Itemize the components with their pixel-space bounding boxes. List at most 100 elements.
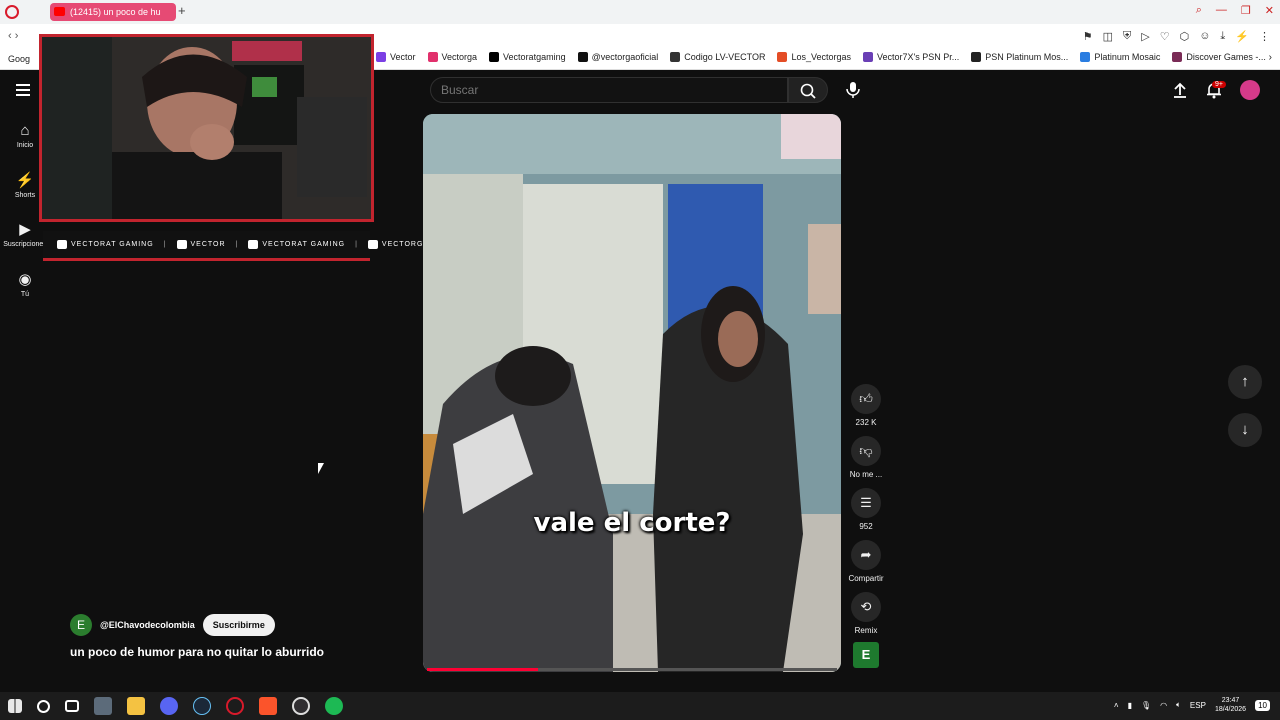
close-button[interactable]: ✕ bbox=[1265, 4, 1274, 17]
bookmark-item[interactable]: Codigo LV-VECTOR bbox=[670, 52, 765, 62]
channel-handle[interactable]: @ElChavodecolombia bbox=[100, 620, 195, 630]
social-link: VECTORAT GAMING bbox=[248, 240, 345, 249]
microphone-icon[interactable]: 🎙︎ bbox=[1141, 701, 1151, 710]
minimize-button[interactable]: — bbox=[1216, 4, 1227, 17]
active-tab[interactable]: (12415) un poco de hu bbox=[50, 3, 176, 21]
thumbs-up-icon: 👍︎ bbox=[859, 391, 873, 406]
bookmark-item[interactable]: Discover Games -... bbox=[1172, 52, 1266, 62]
back-forward-icon[interactable]: ‹ › bbox=[8, 30, 18, 42]
chevron-right-icon[interactable]: › bbox=[1269, 52, 1272, 63]
clock[interactable]: 23:47 18/4/2026 bbox=[1215, 696, 1246, 714]
bookmark-google[interactable]: Goog bbox=[8, 54, 30, 64]
search-tabs-icon[interactable]: ⌕ bbox=[1196, 4, 1202, 17]
spotify-icon[interactable] bbox=[325, 697, 343, 715]
search-box[interactable] bbox=[430, 77, 788, 103]
remix-button[interactable]: ⟲ bbox=[851, 592, 881, 622]
bookmark-label: Vector7X's PSN Pr... bbox=[877, 52, 960, 62]
notification-center-badge[interactable]: 10 bbox=[1255, 699, 1270, 711]
extensions-icon[interactable]: ⬡ bbox=[1180, 30, 1190, 43]
bookmark-item[interactable]: PSN Platinum Mos... bbox=[971, 52, 1068, 62]
maximize-button[interactable]: ❐ bbox=[1241, 4, 1251, 17]
network-icon[interactable]: ▮ bbox=[1128, 701, 1132, 710]
upload-icon[interactable] bbox=[1172, 81, 1188, 99]
new-tab-button[interactable]: + bbox=[178, 3, 186, 18]
webcam-overlay bbox=[39, 34, 374, 222]
window-controls: ⌕ — ❐ ✕ bbox=[1196, 4, 1274, 17]
social-link: VECTORGA bbox=[367, 240, 429, 249]
bookmark-item[interactable]: Los_Vectorgas bbox=[777, 52, 851, 62]
system-tray: ˄ ▮ 🎙︎ ◠ 🔈︎ ESP 23:47 18/4/2026 10 bbox=[1114, 696, 1270, 714]
shield-icon[interactable]: ⛨ bbox=[1123, 30, 1131, 43]
search-input[interactable] bbox=[431, 78, 787, 102]
discord-icon[interactable] bbox=[160, 697, 178, 715]
extensions-bar: ⚑ ◫ ⛨ ▷ ♡ ⬡ ☺ ⤓ ⚡ ⋮ bbox=[1083, 30, 1270, 43]
menu-icon[interactable]: ⋮ bbox=[1259, 30, 1270, 43]
volume-icon[interactable]: 🔈︎ bbox=[1176, 700, 1181, 710]
windows-taskbar: ˄ ▮ 🎙︎ ◠ 🔈︎ ESP 23:47 18/4/2026 10 bbox=[0, 692, 1280, 720]
search-button[interactable] bbox=[788, 77, 828, 103]
microphone-icon bbox=[846, 82, 860, 98]
account-icon[interactable]: ☺ bbox=[1199, 30, 1210, 43]
play-icon[interactable]: ▷ bbox=[1141, 30, 1149, 43]
bookmark-item[interactable]: Vectorga bbox=[427, 52, 477, 62]
rail-item-label: Tú bbox=[20, 291, 30, 298]
dislike-button[interactable]: 👎︎ bbox=[851, 436, 881, 466]
bookmark-item[interactable]: Vector7X's PSN Pr... bbox=[863, 52, 959, 62]
task-view-icon[interactable] bbox=[65, 700, 79, 712]
next-short-button[interactable]: ↓ bbox=[1228, 413, 1262, 447]
steam-icon[interactable] bbox=[193, 697, 211, 715]
bookmark-favicon-icon bbox=[1080, 52, 1091, 62]
video-progress-bar[interactable] bbox=[427, 668, 837, 671]
bookmark-list: Vector Vectorga Vectoratgaming @vectorgaofi… bbox=[376, 52, 1278, 62]
mouse-cursor-icon bbox=[318, 463, 324, 474]
download-icon[interactable]: ⤓ bbox=[1220, 30, 1225, 43]
youtube-icon bbox=[57, 240, 67, 249]
bookmark-label: Discover Games -... bbox=[1186, 52, 1266, 62]
chevron-up-icon[interactable]: ˄ bbox=[1114, 701, 1119, 710]
hamburger-menu-icon[interactable] bbox=[16, 84, 30, 96]
like-button[interactable]: 👍︎ bbox=[851, 384, 881, 414]
share-icon: ➦ bbox=[860, 547, 872, 562]
bookmark-label: Codigo LV-VECTOR bbox=[684, 52, 766, 62]
language-indicator[interactable]: ESP bbox=[1190, 701, 1206, 710]
bookmark-label: Los_Vectorgas bbox=[791, 52, 852, 62]
arrow-down-icon: ↓ bbox=[1241, 421, 1249, 438]
windows-start-icon[interactable] bbox=[8, 699, 22, 713]
snapshot-icon[interactable]: ◫ bbox=[1103, 30, 1113, 43]
heart-icon[interactable]: ♡ bbox=[1160, 30, 1170, 43]
like-action: 👍︎ 232 K bbox=[846, 384, 886, 427]
comments-action: ☰ 952 bbox=[846, 488, 886, 531]
share-button[interactable]: ➦ bbox=[851, 540, 881, 570]
wifi-icon[interactable]: ◠ bbox=[1160, 701, 1167, 710]
rail-item-tú[interactable]: ◉ Tú bbox=[0, 270, 50, 298]
video-title[interactable]: un poco de humor para no quitar lo aburr… bbox=[70, 645, 324, 659]
opera-logo-icon[interactable] bbox=[5, 5, 19, 19]
bookmark-item[interactable]: Vector bbox=[376, 52, 416, 62]
voice-search-button[interactable] bbox=[840, 77, 866, 103]
channel-avatar-small[interactable]: E bbox=[853, 642, 879, 668]
comments-button[interactable]: ☰ bbox=[851, 488, 881, 518]
ai-icon[interactable]: ⚡ bbox=[1235, 30, 1249, 43]
brave-icon[interactable] bbox=[259, 697, 277, 715]
app-icon[interactable] bbox=[94, 697, 112, 715]
clock-date: 18/4/2026 bbox=[1214, 706, 1247, 713]
shorts-video-player[interactable]: vale el corte? bbox=[423, 114, 841, 672]
bookmark-item[interactable]: Platinum Mosaic bbox=[1080, 52, 1160, 62]
bookmark-item[interactable]: @vectorgaoficial bbox=[577, 52, 659, 62]
obs-icon[interactable] bbox=[292, 697, 310, 715]
subscribe-button[interactable]: Suscribirme bbox=[202, 614, 275, 636]
dislike-label: No me ... bbox=[849, 470, 883, 479]
channel-avatar[interactable]: E bbox=[70, 614, 92, 636]
previous-short-button[interactable]: ↑ bbox=[1228, 365, 1262, 399]
bookmark-item[interactable]: Vectoratgaming bbox=[489, 52, 566, 62]
twitter-icon bbox=[248, 240, 259, 249]
bookmark-label: @vectorgaoficial bbox=[591, 52, 659, 62]
file-explorer-icon[interactable] bbox=[127, 697, 145, 715]
bookmark-label: Vector bbox=[390, 52, 416, 62]
opera-taskbar-icon[interactable] bbox=[226, 697, 244, 715]
account-icon: ◉ bbox=[18, 271, 32, 288]
bookmark-icon[interactable]: ⚑ bbox=[1083, 30, 1093, 43]
user-avatar[interactable] bbox=[1240, 80, 1260, 100]
social-link: VECTOR bbox=[176, 240, 226, 249]
search-icon[interactable] bbox=[37, 699, 50, 713]
